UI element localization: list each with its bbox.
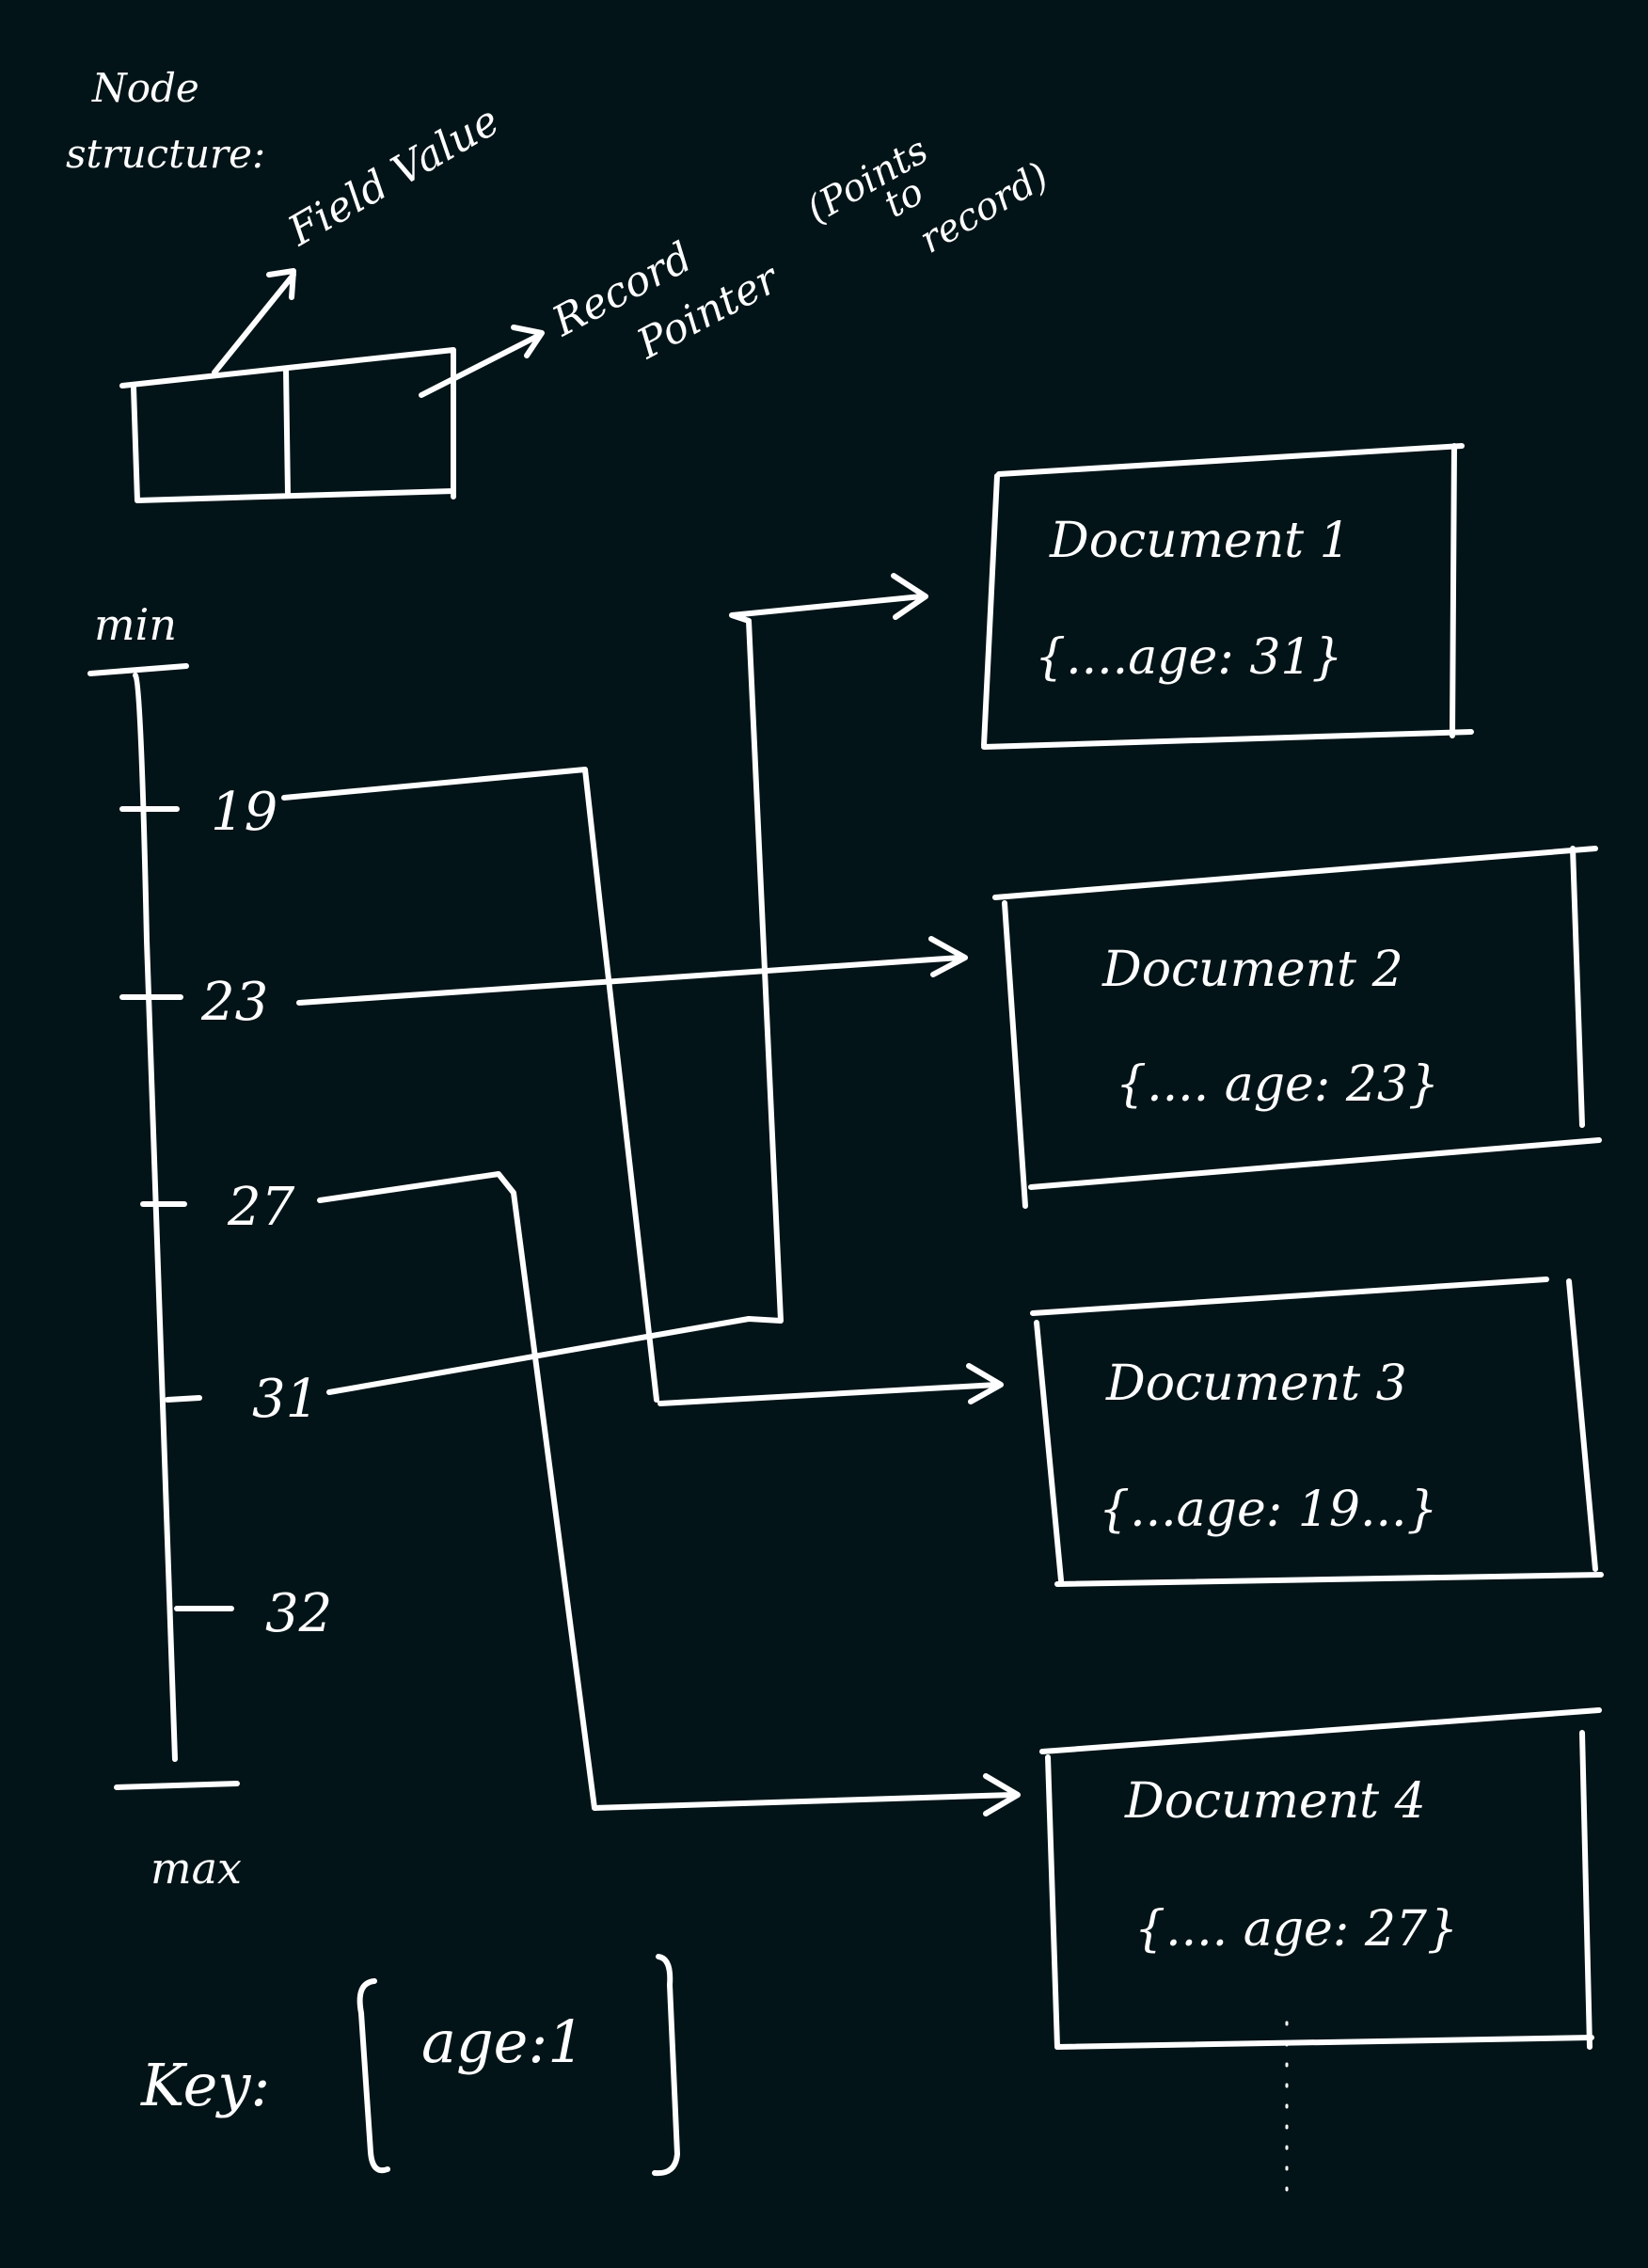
document-1-box xyxy=(981,443,1474,750)
index-diagram: Node structure: Field Value Record Point… xyxy=(66,65,1604,2211)
document-3-title: Document 3 xyxy=(1105,1356,1407,1412)
record-pointer-arrow xyxy=(419,325,545,398)
key-27: 27 xyxy=(227,1177,295,1238)
key-value: age:1 xyxy=(421,2007,585,2076)
max-tick xyxy=(114,1781,240,1790)
document-1-title: Document 1 xyxy=(1049,513,1351,569)
axis-line xyxy=(133,673,178,1762)
document-4-title: Document 4 xyxy=(1124,1773,1426,1830)
field-value-arrow xyxy=(212,268,296,375)
max-label: max xyxy=(151,1843,242,1894)
min-tick xyxy=(87,663,189,676)
key-label: Key: xyxy=(140,2051,270,2119)
node-structure-title-line1: Node xyxy=(91,65,199,111)
document-4-box xyxy=(1039,1707,1602,2050)
document-3-content: {...age: 19...} xyxy=(1099,1482,1438,1538)
document-2-content: {.... age: 23} xyxy=(1116,1056,1439,1113)
node-structure-legend: Node structure: Field Value Record Point… xyxy=(66,65,1056,503)
document-4: Document 4 {.... age: 27} xyxy=(1039,1707,1602,2211)
key-spec: Key: age:1 xyxy=(140,1954,680,2177)
key-32: 32 xyxy=(265,1583,332,1644)
points-to-record-line3: record) xyxy=(912,154,1056,262)
document-3: Document 3 {...age: 19...} xyxy=(1030,1277,1604,1587)
pointers xyxy=(281,573,1021,1816)
document-1: Document 1 {....age: 31} xyxy=(981,443,1474,750)
document-2-box xyxy=(992,846,1602,1209)
index-axis: min max 19 23 27 31 32 xyxy=(87,599,332,1894)
document-1-content: {....age: 31} xyxy=(1035,629,1343,686)
node-structure-title-line2: structure: xyxy=(66,131,265,177)
pointer-23-to-document-2 xyxy=(296,936,968,1006)
document-2: Document 2 {.... age: 23} xyxy=(992,846,1602,1209)
key-tick-31 xyxy=(165,1395,202,1403)
document-4-content: {.... age: 27} xyxy=(1134,1901,1458,1958)
pointer-27-to-document-4 xyxy=(317,1171,1021,1816)
document-3-box xyxy=(1030,1277,1604,1587)
node-box xyxy=(119,347,456,503)
field-value-label: Field Value xyxy=(279,97,507,256)
key-23: 23 xyxy=(200,972,268,1033)
key-31: 31 xyxy=(252,1369,319,1430)
document-2-title: Document 2 xyxy=(1101,942,1403,998)
pointer-19-to-document-3 xyxy=(281,767,1004,1406)
pointer-31-to-document-1 xyxy=(326,573,928,1395)
key-19: 19 xyxy=(211,782,277,843)
min-label: min xyxy=(94,599,177,650)
key-open-brace xyxy=(357,1978,390,2174)
key-close-brace xyxy=(652,1954,680,2177)
